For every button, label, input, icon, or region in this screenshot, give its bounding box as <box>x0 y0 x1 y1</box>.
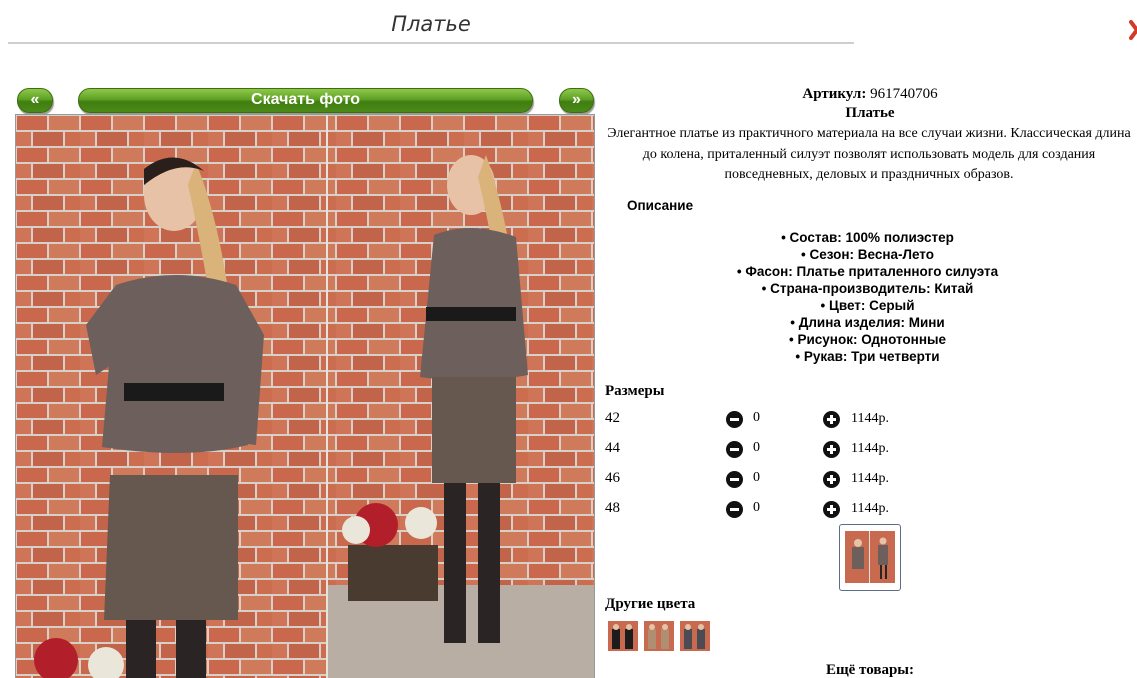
size-row: 44 0 1144р. <box>605 440 1005 460</box>
title-divider <box>8 42 854 44</box>
other-colors-heading: Другие цвета <box>605 596 696 612</box>
color-swatch-grey[interactable] <box>680 621 710 651</box>
size-quantity: 0 <box>753 410 760 425</box>
product-photo[interactable] <box>15 114 595 678</box>
minus-circle-icon[interactable] <box>726 471 743 488</box>
size-price: 1144р. <box>851 501 889 516</box>
minus-circle-icon[interactable] <box>726 501 743 518</box>
article-label: Артикул: <box>802 86 867 102</box>
size-price: 1144р. <box>851 441 889 456</box>
plus-circle-icon[interactable] <box>823 501 840 518</box>
color-swatch-beige[interactable] <box>644 621 674 651</box>
plus-circle-icon[interactable] <box>823 471 840 488</box>
minus-circle-icon[interactable] <box>726 411 743 428</box>
plus-circle-icon[interactable] <box>823 441 840 458</box>
attribute-item: Сезон: Весна-Лето <box>600 246 1135 263</box>
attribute-item: Рукав: Три четверти <box>600 348 1135 365</box>
swatch-image <box>680 621 710 651</box>
plus-circle-icon[interactable] <box>823 411 840 428</box>
size-price: 1144р. <box>851 471 889 486</box>
product-page: Платье « Скачать фото » Артикул: 9617407… <box>0 0 1137 678</box>
size-row: 42 0 1144р. <box>605 410 1005 430</box>
attribute-item: Состав: 100% полиэстер <box>600 229 1135 246</box>
size-quantity: 0 <box>753 440 760 455</box>
next-photo-button[interactable]: » <box>559 88 594 113</box>
product-description: Элегантное платье из практичного материа… <box>607 126 1131 182</box>
color-swatch-black[interactable] <box>608 621 638 651</box>
product-photo-image <box>16 115 594 678</box>
attribute-item: Страна-производитель: Китай <box>600 280 1135 297</box>
more-products-heading: Ещё товары: <box>825 662 915 678</box>
product-name: Платье <box>845 105 895 121</box>
size-price: 1144р. <box>851 411 889 426</box>
attribute-item: Фасон: Платье приталенного силуэта <box>600 263 1135 280</box>
size-label: 44 <box>605 440 620 456</box>
attribute-item: Рисунок: Однотонные <box>600 331 1135 348</box>
attribute-item: Цвет: Серый <box>600 297 1135 314</box>
swatch-image <box>644 621 674 651</box>
page-title: Платье <box>391 12 471 36</box>
size-row: 46 0 1144р. <box>605 470 1005 490</box>
size-row: 48 0 1144р. <box>605 500 1005 520</box>
minus-circle-icon[interactable] <box>726 441 743 458</box>
attribute-item: Длина изделия: Мини <box>600 314 1135 331</box>
photo-thumbnail[interactable] <box>839 524 901 591</box>
article-line: Артикул: 961740706 <box>600 86 1137 103</box>
swatch-image <box>608 621 638 651</box>
thumbnail-image <box>845 531 895 583</box>
size-quantity: 0 <box>753 470 760 485</box>
attribute-list: Состав: 100% полиэстер Сезон: Весна-Лето… <box>600 229 1135 365</box>
download-photo-button[interactable]: Скачать фото <box>78 88 533 113</box>
prev-photo-button[interactable]: « <box>17 88 53 113</box>
description-heading: Описание <box>627 198 694 213</box>
size-quantity: 0 <box>753 500 760 515</box>
size-label: 46 <box>605 470 620 486</box>
size-label: 48 <box>605 500 620 516</box>
article-value: 961740706 <box>870 86 938 102</box>
sizes-heading: Размеры <box>605 383 665 399</box>
close-icon[interactable] <box>1129 18 1137 42</box>
size-label: 42 <box>605 410 620 426</box>
